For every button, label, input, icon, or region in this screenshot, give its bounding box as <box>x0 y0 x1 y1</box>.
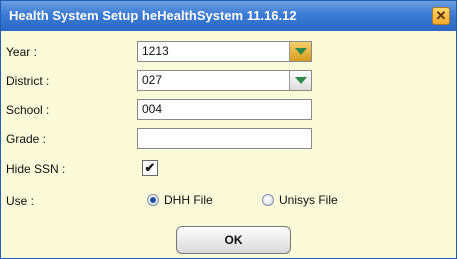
grade-label: Grade : <box>6 132 47 146</box>
district-dropdown-button[interactable] <box>289 71 311 90</box>
close-button[interactable]: ✕ <box>432 7 450 25</box>
year-value: 1213 <box>142 44 169 58</box>
district-combo[interactable]: 027 <box>137 70 312 91</box>
close-icon: ✕ <box>435 8 447 23</box>
radio-unisys-file[interactable]: Unisys File <box>262 193 338 207</box>
chevron-down-icon <box>294 48 307 55</box>
year-label: Year : <box>6 45 37 59</box>
radio-dhh-file[interactable]: DHH File <box>147 193 213 207</box>
dialog-title-bar[interactable]: Health System Setup heHealthSystem 11.16… <box>1 1 456 31</box>
checkmark-icon: ✔ <box>144 160 156 175</box>
radio-dhh-file-label: DHH File <box>164 193 213 207</box>
grade-input[interactable] <box>137 128 312 149</box>
hide-ssn-checkbox[interactable]: ✔ <box>142 160 158 176</box>
setup-dialog: Health System Setup heHealthSystem 11.16… <box>0 0 457 259</box>
school-value: 004 <box>142 102 163 116</box>
district-label: District : <box>6 74 50 88</box>
dialog-title: Health System Setup heHealthSystem 11.16… <box>9 8 297 23</box>
hide-ssn-label: Hide SSN : <box>6 162 66 176</box>
school-input[interactable]: 004 <box>137 99 312 120</box>
radio-selected-icon <box>147 194 159 206</box>
use-label: Use : <box>6 194 35 208</box>
ok-button[interactable]: OK <box>176 226 291 254</box>
year-dropdown-button[interactable] <box>289 42 311 61</box>
district-value: 027 <box>142 73 163 87</box>
school-label: School : <box>6 103 50 117</box>
radio-unisys-file-label: Unisys File <box>279 193 338 207</box>
year-combo[interactable]: 1213 <box>137 41 312 62</box>
radio-unselected-icon <box>262 194 274 206</box>
chevron-down-icon <box>294 77 307 84</box>
